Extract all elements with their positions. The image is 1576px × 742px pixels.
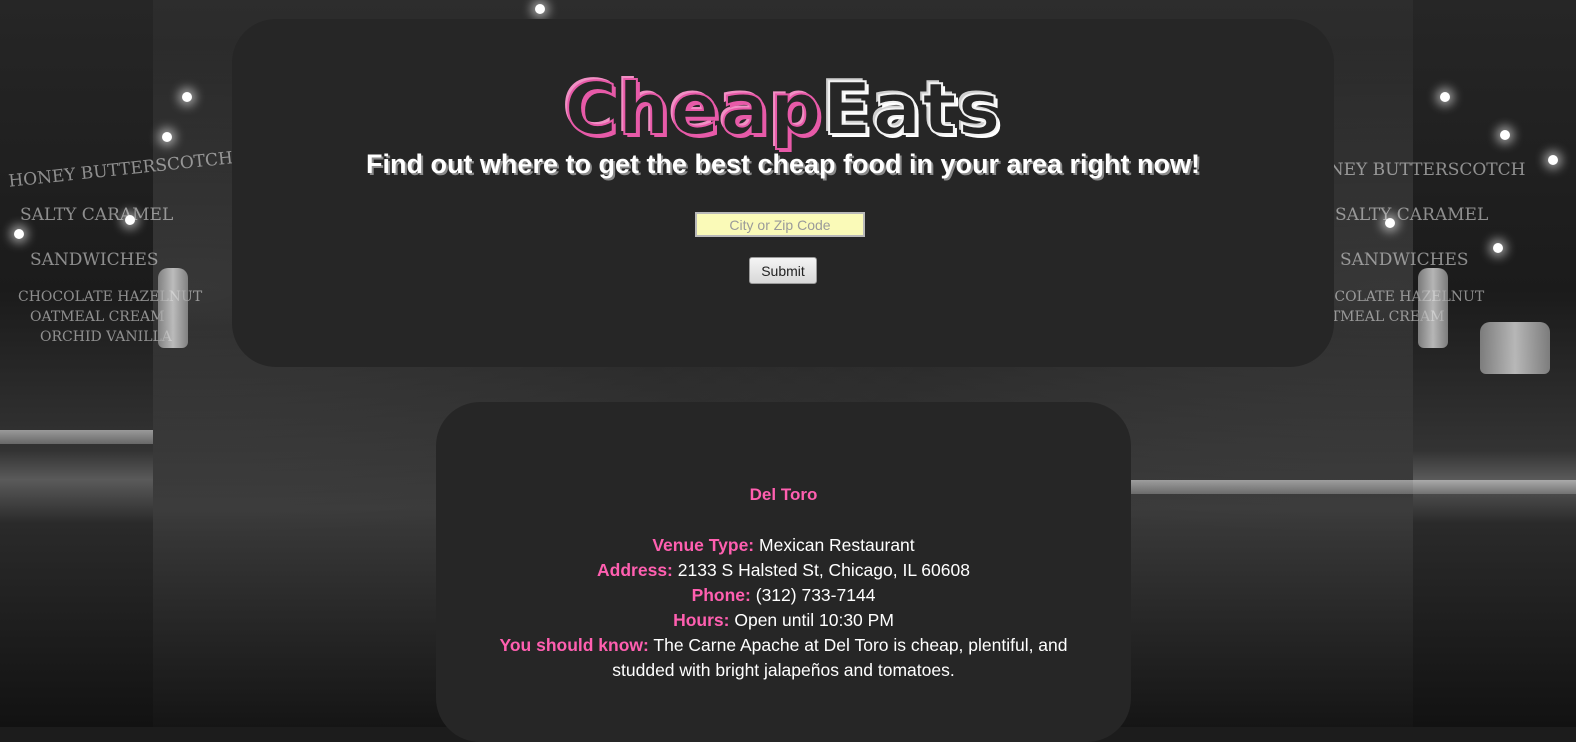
tagline: Find out where to get the best cheap foo… [365,149,1201,179]
cheapeats-logo[interactable]: CheapEats [232,67,1334,151]
tip-label: You should know: [499,635,649,655]
lamp-light [535,4,545,14]
lamp-light [1385,218,1395,228]
venue-name: Del Toro [749,485,818,504]
menu-board-line: SANDWICHES [30,250,159,270]
menu-board-line: ORCHID VANILLA [40,329,172,345]
hours-row: Hours: Open until 10:30 PM [476,608,1091,633]
lamp-light [1548,155,1558,165]
counter [0,430,153,444]
menu-board-line: OATMEAL CREAM [30,309,165,325]
phone-row: Phone: (312) 733-7144 [476,583,1091,608]
phone-label: Phone: [691,585,751,605]
lamp-light [182,92,192,102]
lamp-light [1440,92,1450,102]
venue-type-label: Venue Type: [652,535,755,555]
bottle [158,268,188,348]
bottle [1480,322,1550,374]
lamp-light [14,229,24,239]
menu-board-line: SALTY CARAMEL [20,205,174,225]
logo-cheap-text: Cheap [563,67,823,151]
address-row: Address: 2133 S Halsted St, Chicago, IL … [476,558,1091,583]
menu-board-line: SALTY CARAMEL [1335,205,1489,225]
address-value: 2133 S Halsted St, Chicago, IL 60608 [677,560,970,580]
tip-row: You should know: The Carne Apache at Del… [476,633,1091,683]
lamp-light [1493,243,1503,253]
phone-value: (312) 733-7144 [755,585,876,605]
submit-button[interactable]: Submit [749,257,817,284]
bottle [1418,268,1448,348]
counter [1131,480,1576,494]
venue-details: Venue Type: Mexican Restaurant Address: … [476,533,1091,683]
venue-type-row: Venue Type: Mexican Restaurant [476,533,1091,558]
hours-value: Open until 10:30 PM [734,610,894,630]
hero-panel: CheapEats Find out where to get the best… [232,19,1334,367]
menu-board-line: SANDWICHES [1340,250,1469,270]
lamp-light [125,215,135,225]
lamp-light [162,132,172,142]
background-tile-left [0,0,153,727]
result-card: Del Toro Venue Type: Mexican Restaurant … [436,402,1131,742]
city-zip-input[interactable] [695,212,865,237]
logo-eats-text: Eats [821,67,1002,151]
address-label: Address: [597,560,673,580]
tip-value: The Carne Apache at Del Toro is cheap, p… [612,635,1068,680]
hours-label: Hours: [673,610,730,630]
venue-type-value: Mexican Restaurant [759,535,915,555]
lamp-light [1500,130,1510,140]
